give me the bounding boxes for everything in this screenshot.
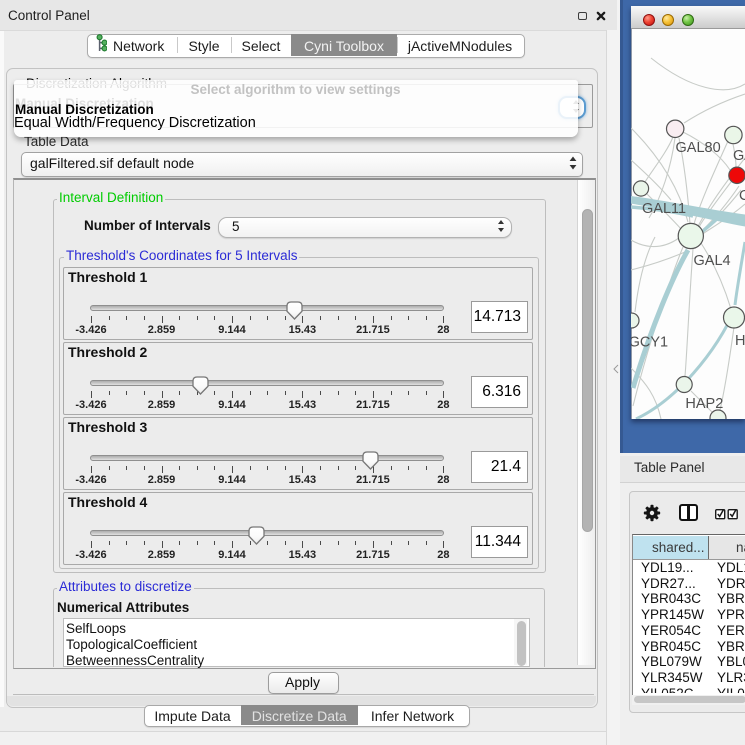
svg-text:H: H (735, 333, 745, 349)
svg-text:GCY1: GCY1 (631, 334, 668, 350)
svg-text:GA: GA (733, 148, 745, 164)
svg-text:HAP2: HAP2 (685, 396, 723, 412)
svg-text:GAL80: GAL80 (676, 140, 721, 156)
svg-text:GAL11: GAL11 (642, 201, 686, 217)
svg-text:C: C (739, 188, 745, 204)
svg-text:GAL4: GAL4 (694, 253, 731, 269)
